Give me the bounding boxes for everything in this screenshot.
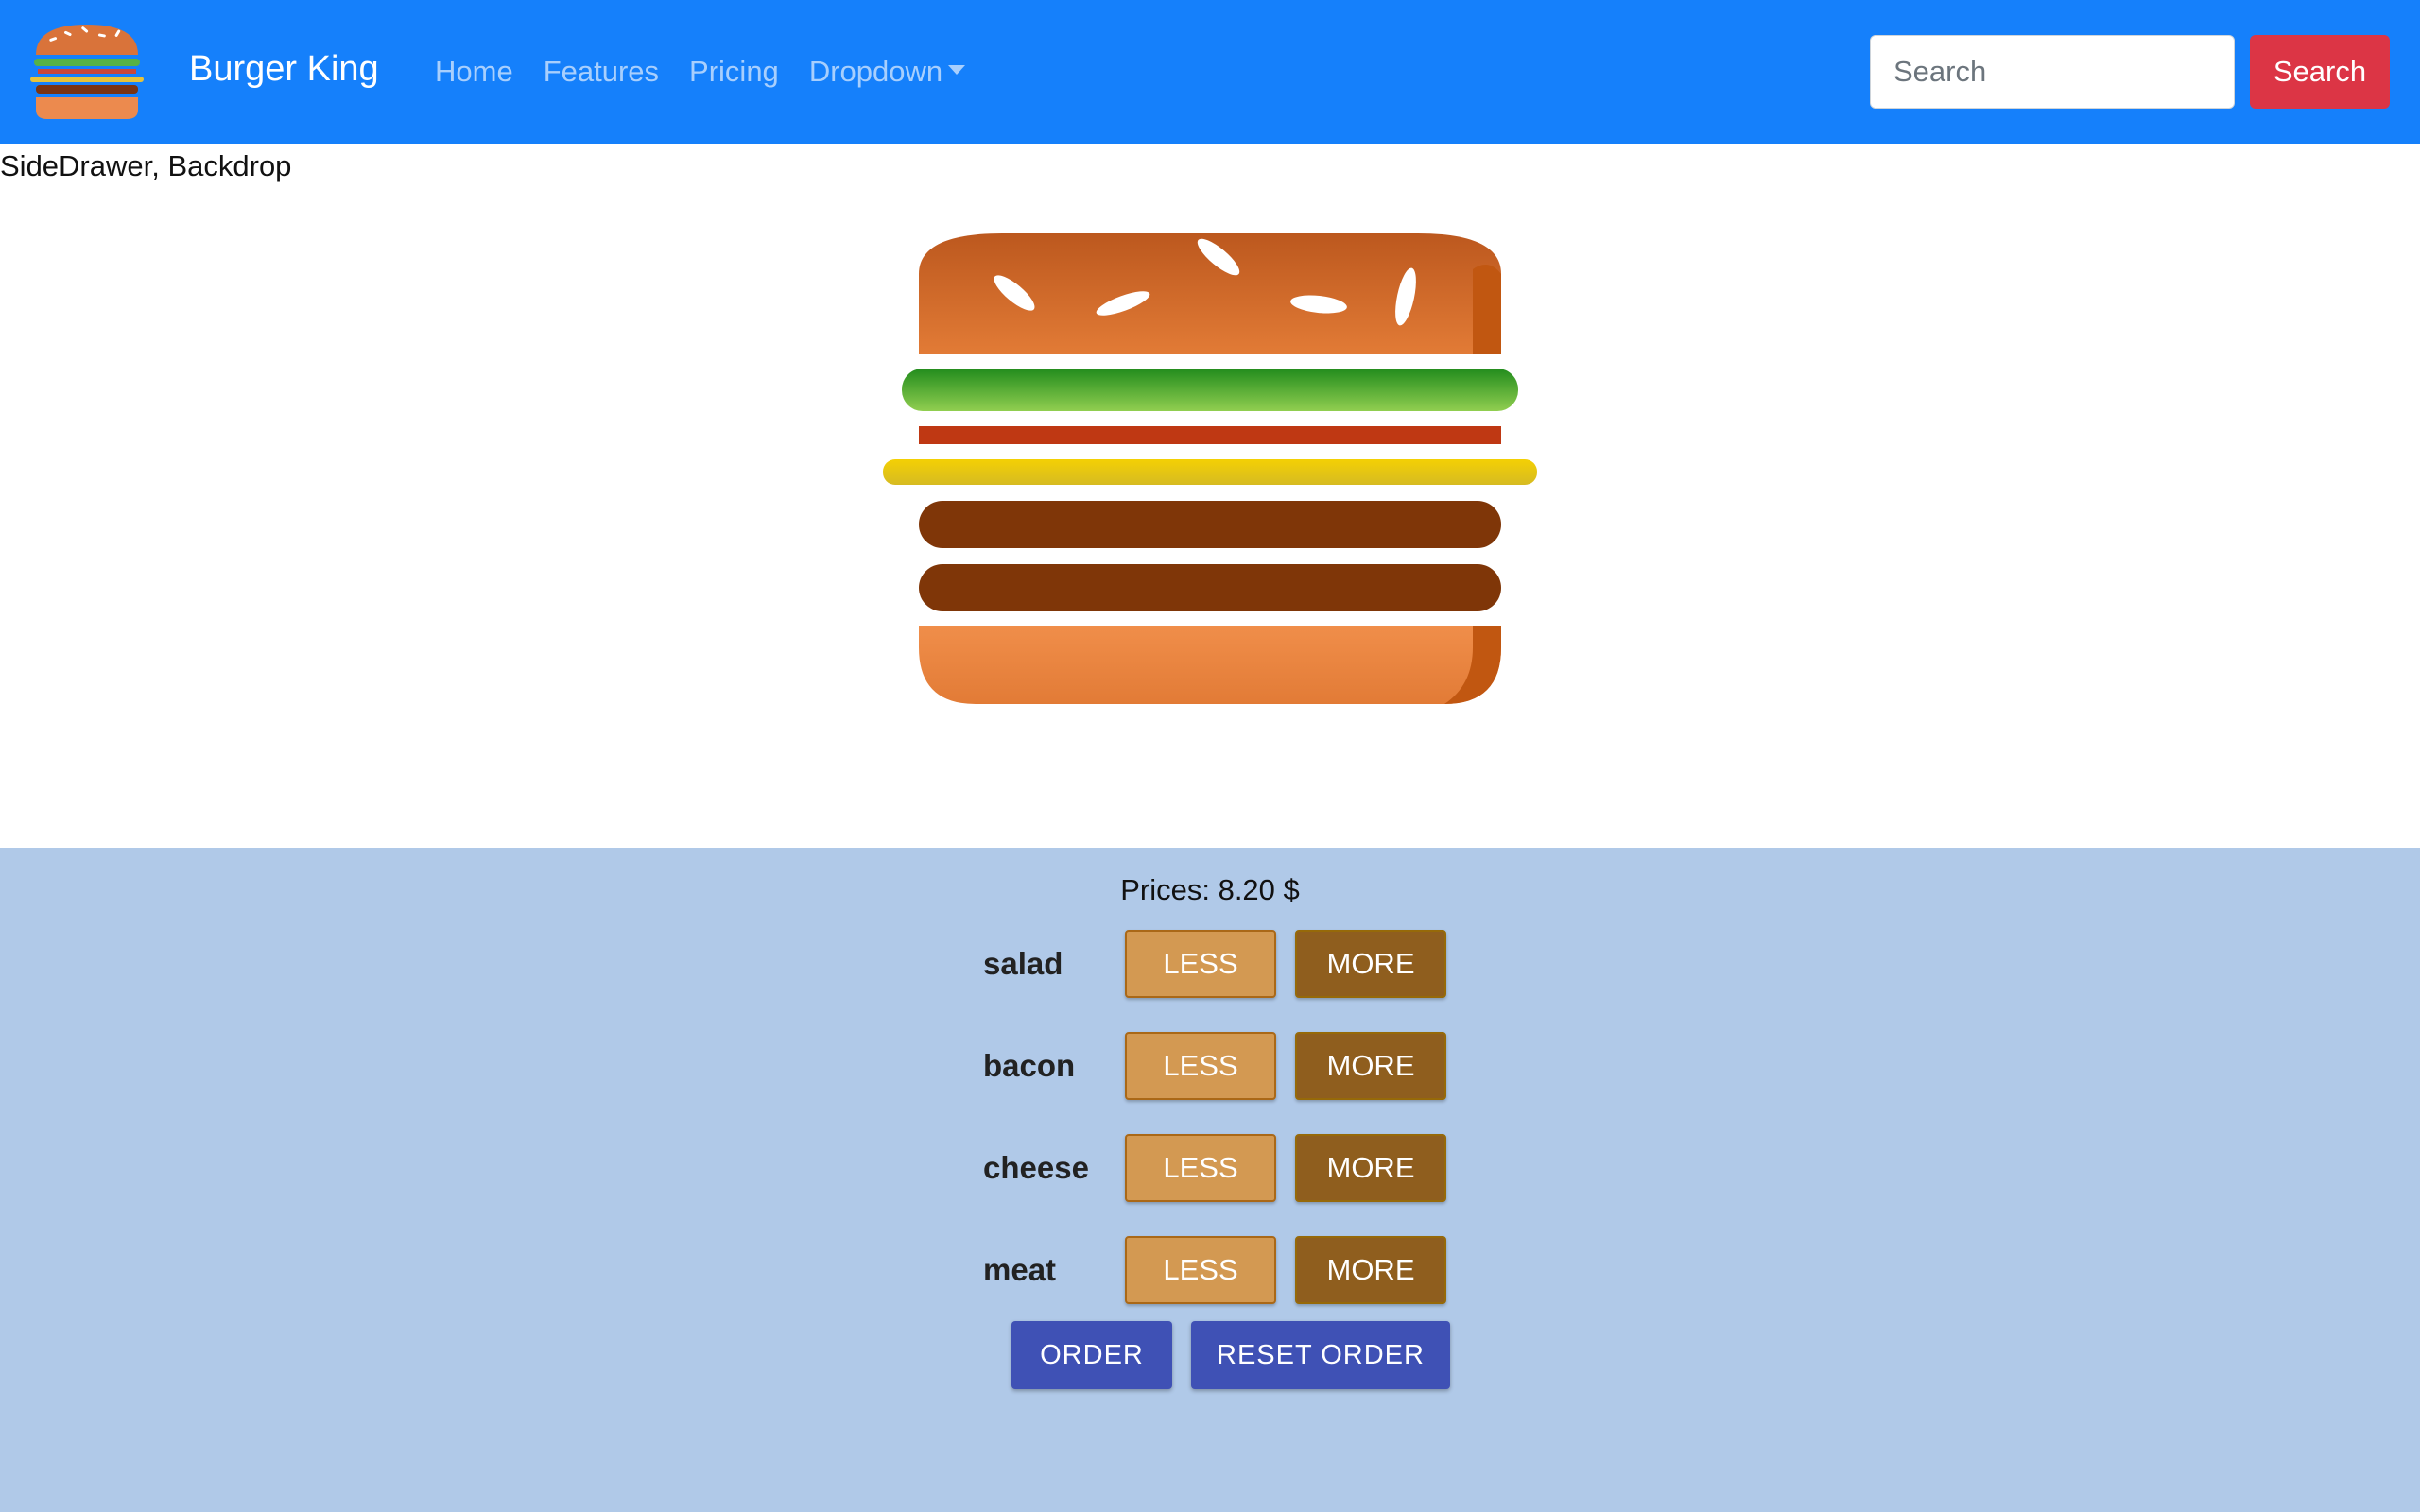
price-text: Prices: 8.20 $ — [1120, 873, 1300, 906]
control-label: cheese — [983, 1150, 1089, 1185]
search-button[interactable]: Search — [2250, 35, 2390, 109]
nav-links: Home Features Pricing Dropdown — [435, 49, 966, 94]
brand-name[interactable]: Burger King — [189, 42, 379, 96]
control-row-salad: salad LESS MORE — [983, 930, 1456, 998]
bread-bottom — [919, 626, 1501, 704]
less-button-salad[interactable]: LESS — [1125, 930, 1276, 998]
control-row-cheese: cheese LESS MORE — [983, 1134, 1456, 1202]
control-label: meat — [983, 1252, 1057, 1287]
control-label: salad — [983, 946, 1063, 981]
less-button-bacon[interactable]: LESS — [1125, 1032, 1276, 1100]
nav-link-pricing[interactable]: Pricing — [689, 49, 779, 94]
nav-link-home[interactable]: Home — [435, 49, 513, 94]
bread-top — [919, 233, 1501, 354]
nav-dropdown-label: Dropdown — [808, 55, 943, 88]
navbar: Burger King Home Features Pricing Dropdo… — [0, 0, 2420, 144]
less-button-meat[interactable]: LESS — [1125, 1236, 1276, 1304]
ingredient-cheese — [883, 459, 1537, 485]
search-input[interactable] — [1870, 35, 2235, 109]
nav-link-features[interactable]: Features — [544, 49, 659, 94]
ingredient-meat — [919, 501, 1501, 548]
less-button-cheese[interactable]: LESS — [1125, 1134, 1276, 1202]
burger-logo-icon[interactable] — [28, 23, 146, 121]
control-row-meat: meat LESS MORE — [983, 1236, 1456, 1304]
ingredient-salad — [902, 369, 1518, 411]
more-button-meat[interactable]: MORE — [1295, 1236, 1446, 1304]
control-row-bacon: bacon LESS MORE — [983, 1032, 1456, 1100]
caret-down-icon — [948, 64, 966, 75]
ingredient-meat — [919, 564, 1501, 611]
more-button-cheese[interactable]: MORE — [1295, 1134, 1446, 1202]
control-label: bacon — [983, 1048, 1076, 1083]
more-button-salad[interactable]: MORE — [1295, 930, 1446, 998]
ingredient-bacon — [919, 426, 1501, 444]
burger-preview — [883, 233, 1537, 704]
nav-dropdown-toggle[interactable]: Dropdown — [808, 49, 966, 94]
reset-order-button[interactable]: RESET ORDER — [1191, 1321, 1450, 1389]
more-button-bacon[interactable]: MORE — [1295, 1032, 1446, 1100]
order-button[interactable]: ORDER — [1011, 1321, 1172, 1389]
side-drawer-text: SideDrawer, Backdrop — [0, 149, 292, 182]
